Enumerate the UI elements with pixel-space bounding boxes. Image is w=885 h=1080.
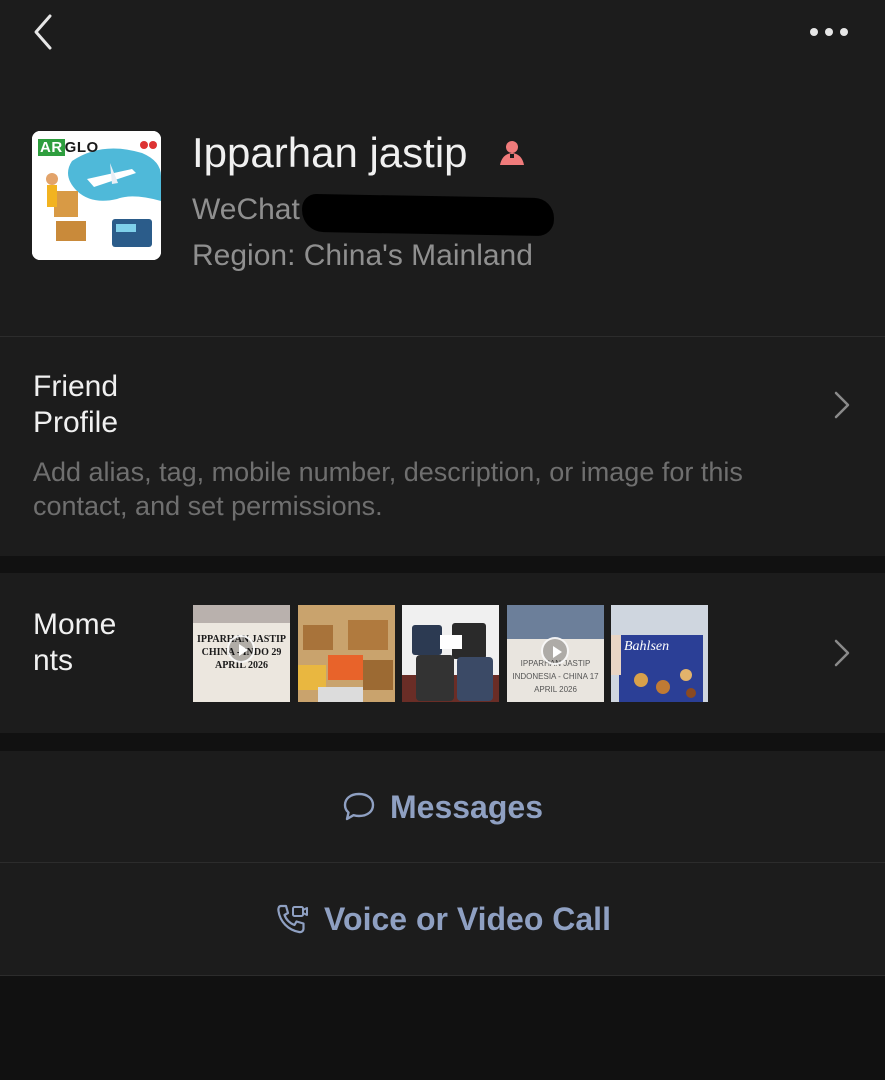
friend-profile-row[interactable]: Friend Profile Add alias, tag, mobile nu… bbox=[0, 337, 885, 556]
moment-thumbnail[interactable]: Bahlsen bbox=[611, 605, 708, 702]
avatar-brand: AR GLO bbox=[38, 139, 99, 156]
region-text: Region: China's Mainland bbox=[192, 239, 533, 272]
moments-title: Mome nts bbox=[33, 608, 117, 677]
moment-image bbox=[298, 605, 395, 702]
chevron-right-icon bbox=[834, 639, 850, 667]
back-button[interactable] bbox=[28, 12, 60, 52]
female-icon bbox=[496, 137, 528, 169]
play-icon bbox=[541, 637, 569, 665]
chat-bubble-icon bbox=[343, 792, 375, 821]
contact-name: Ipparhan jastip bbox=[192, 129, 468, 176]
call-label: Voice or Video Call bbox=[324, 900, 611, 937]
chevron-left-icon bbox=[34, 14, 52, 50]
voice-video-call-button[interactable]: Voice or Video Call bbox=[0, 863, 885, 975]
friend-profile-title: Friend Profile bbox=[33, 370, 119, 439]
moments-row[interactable]: Mome nts IPPARHAN JASTIP CHINA - INDO 29… bbox=[0, 573, 885, 733]
messages-button[interactable]: Messages bbox=[0, 751, 885, 863]
moment-thumbnail[interactable] bbox=[298, 605, 395, 702]
messages-label: Messages bbox=[390, 788, 543, 825]
avatar[interactable]: AR GLO bbox=[32, 131, 161, 260]
contact-profile-screen: AR GLO Ipparhan jastip WeChat I Region: C… bbox=[0, 0, 885, 1080]
wechat-id: WeChat I bbox=[192, 193, 317, 226]
moment-thumbnail[interactable]: IPPARHAN JASTIP CHINA - INDO 29 APRIL 20… bbox=[193, 605, 290, 702]
moment-caption: Bahlsen bbox=[624, 639, 670, 654]
moment-thumbnail[interactable]: IPPARHAN JASTIP INDONESIA - CHINA 17 APR… bbox=[507, 605, 604, 702]
redaction-mark bbox=[301, 193, 555, 237]
more-dots-icon bbox=[810, 28, 848, 36]
chevron-right-icon bbox=[834, 391, 850, 419]
play-icon bbox=[227, 635, 255, 663]
more-options-button[interactable] bbox=[806, 22, 852, 42]
divider bbox=[0, 975, 885, 976]
phone-video-icon bbox=[277, 904, 309, 934]
profile-header: AR GLO Ipparhan jastip WeChat I Region: C… bbox=[0, 0, 885, 336]
friend-profile-description: Add alias, tag, mobile number, descripti… bbox=[33, 457, 743, 521]
moment-image bbox=[402, 605, 499, 702]
moment-thumbnail[interactable] bbox=[402, 605, 499, 702]
